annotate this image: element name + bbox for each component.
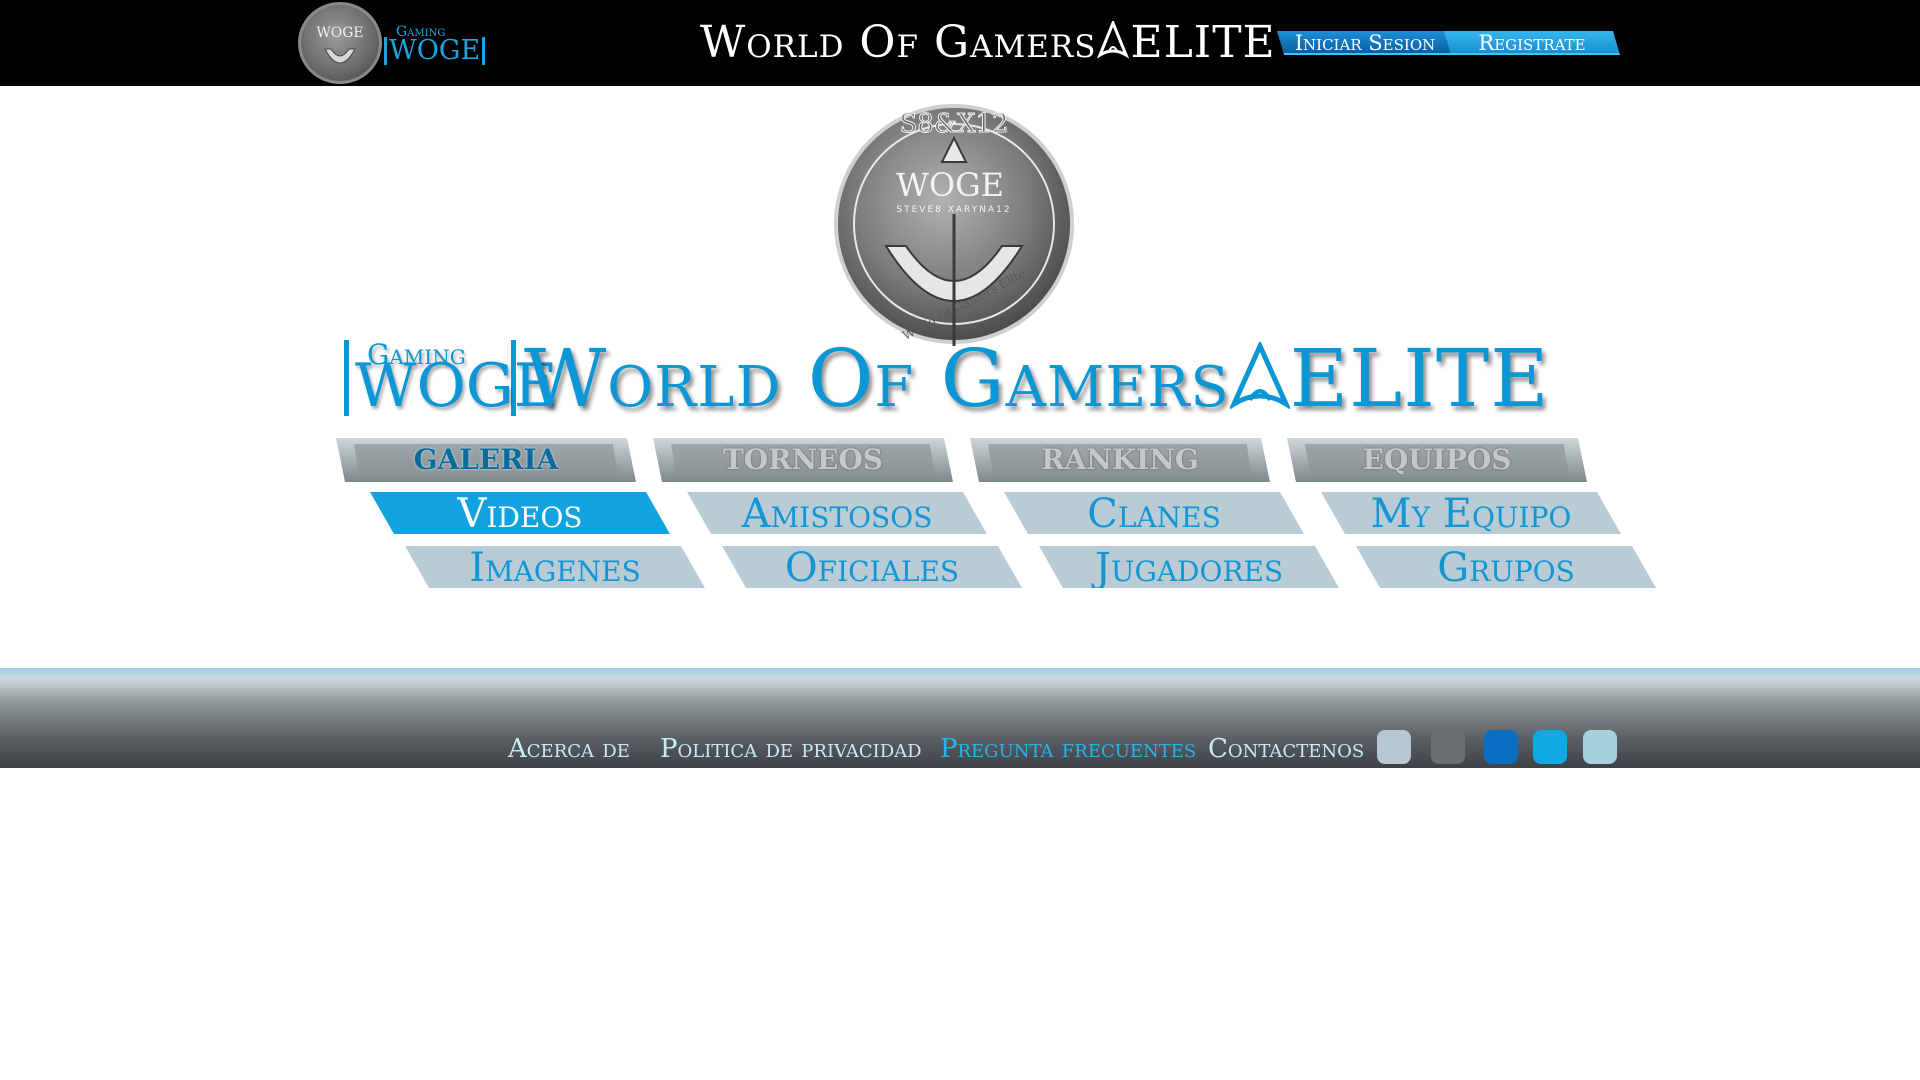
category-ranking[interactable]: RANKING (970, 438, 1270, 482)
category-label: GALERIA (354, 444, 618, 476)
wordmark-woge: WOGE (384, 37, 486, 65)
hero-banner: Gaming WOGE World Of Gamers ELITE (340, 334, 1549, 426)
social-icon-3[interactable] (1484, 730, 1518, 764)
menu-item-my-equipo[interactable]: My Equipo (1321, 492, 1621, 534)
hero-emblem-logo: S8&X12 WOGE STEVE8 XARYNA12 World Of Gam… (834, 104, 1074, 346)
social-icon-4[interactable] (1533, 730, 1567, 764)
category-equipos[interactable]: EQUIPOS (1287, 438, 1587, 482)
menu-item-oficiales[interactable]: Oficiales (722, 546, 1022, 588)
banner-title: World Of Gamers ELITE (524, 334, 1550, 424)
emblem-text: WOGE (316, 25, 364, 41)
category-label: TORNEOS (671, 444, 935, 476)
register-button[interactable]: Registrate (1444, 31, 1620, 55)
footer-link-about[interactable]: Acerca de (508, 734, 630, 764)
gaming-woge-wordmark: Gaming WOGE (384, 24, 486, 66)
emblem-center-text: WOGE (896, 166, 1004, 204)
banner-title-suffix: ELITE (1289, 332, 1550, 425)
footer: Acerca de Politica de privacidad Pregunt… (0, 668, 1920, 768)
banner-triangle-icon (1229, 342, 1290, 410)
site-title-text: World Of Gamers (700, 17, 1097, 68)
category-label: RANKING (988, 444, 1252, 476)
menu-item-clanes[interactable]: Clanes (1004, 492, 1304, 534)
woge-emblem-logo[interactable]: WOGE (298, 2, 382, 84)
emblem-sub-text: STEVE8 XARYNA12 (896, 205, 1011, 215)
menu-item-jugadores[interactable]: Jugadores (1039, 546, 1339, 588)
category-label: EQUIPOS (1305, 444, 1569, 476)
site-title: World Of Gamers ELITE (700, 18, 1276, 68)
menu-item-imagenes[interactable]: Imagenes (405, 546, 705, 588)
menu-item-amistosos[interactable]: Amistosos (687, 492, 987, 534)
top-bar: WOGE Gaming WOGE World Of Gamers ELITE I… (0, 0, 1920, 86)
category-galeria[interactable]: GALERIA (336, 438, 636, 482)
social-icon-5[interactable] (1583, 730, 1617, 764)
emblem-shield-icon (324, 48, 356, 64)
footer-link-faq[interactable]: Pregunta frecuentes (940, 734, 1196, 764)
login-button[interactable]: Iniciar Sesion (1277, 31, 1453, 55)
menu-item-videos[interactable]: Videos (370, 492, 670, 534)
assassin-triangle-icon (1097, 21, 1130, 59)
social-icon-2[interactable] (1431, 730, 1465, 764)
site-title-suffix: ELITE (1130, 17, 1276, 68)
banner-title-text: World Of Gamers (524, 332, 1230, 425)
social-icon-1[interactable] (1377, 730, 1411, 764)
footer-link-contact[interactable]: Contactenos (1208, 734, 1364, 764)
footer-link-privacy[interactable]: Politica de privacidad (660, 734, 922, 764)
banner-gaming-woge: Gaming WOGE (344, 338, 558, 418)
menu-item-grupos[interactable]: Grupos (1356, 546, 1656, 588)
emblem-top-text: S8&X12 (899, 109, 1008, 139)
category-torneos[interactable]: TORNEOS (653, 438, 953, 482)
